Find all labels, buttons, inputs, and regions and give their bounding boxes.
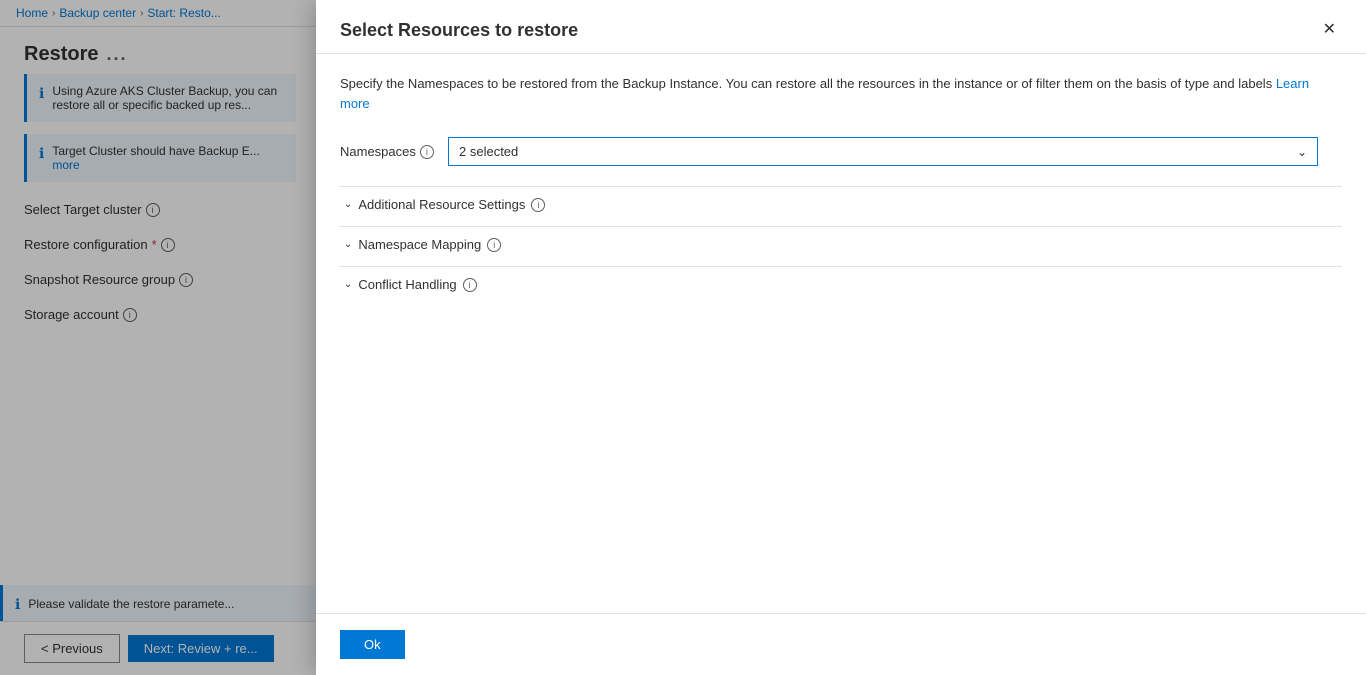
namespace-dropdown[interactable]: 2 selected ⌄ [448, 137, 1318, 166]
accordion-header-conflict[interactable]: ⌄ Conflict Handling i [340, 266, 1342, 302]
modal-footer: Ok [316, 613, 1366, 675]
namespace-row: Namespaces i 2 selected ⌄ [340, 137, 1342, 166]
modal-body: Specify the Namespaces to be restored fr… [316, 54, 1366, 613]
accordion-header-additional[interactable]: ⌄ Additional Resource Settings i [340, 186, 1342, 222]
ok-button[interactable]: Ok [340, 630, 405, 659]
info-circle-conflict[interactable]: i [463, 278, 477, 292]
accordion-label-additional: Additional Resource Settings [358, 197, 525, 212]
modal-close-button[interactable]: ✕ [1317, 20, 1342, 40]
modal-description: Specify the Namespaces to be restored fr… [340, 74, 1320, 113]
chevron-icon-additional: ⌄ [344, 199, 352, 210]
info-circle-namespaces[interactable]: i [420, 145, 434, 159]
modal-title: Select Resources to restore [340, 20, 578, 41]
accordion-namespace-mapping: ⌄ Namespace Mapping i [340, 226, 1342, 262]
info-circle-additional[interactable]: i [531, 198, 545, 212]
modal-select-resources: Select Resources to restore ✕ Specify th… [316, 0, 1366, 675]
namespace-selected-value: 2 selected [459, 144, 518, 159]
main-page: Home › Backup center › Start: Resto... R… [0, 0, 1366, 675]
accordion-label-conflict: Conflict Handling [358, 277, 456, 292]
chevron-icon-conflict: ⌄ [344, 279, 352, 290]
chevron-icon-mapping: ⌄ [344, 239, 352, 250]
chevron-down-icon: ⌄ [1297, 145, 1307, 159]
info-circle-mapping[interactable]: i [487, 238, 501, 252]
accordion-additional-resource: ⌄ Additional Resource Settings i [340, 186, 1342, 222]
accordion-conflict-handling: ⌄ Conflict Handling i [340, 266, 1342, 302]
accordion-label-mapping: Namespace Mapping [358, 237, 481, 252]
modal-header: Select Resources to restore ✕ [316, 0, 1366, 54]
accordion-header-mapping[interactable]: ⌄ Namespace Mapping i [340, 226, 1342, 262]
namespace-label: Namespaces i [340, 144, 440, 159]
